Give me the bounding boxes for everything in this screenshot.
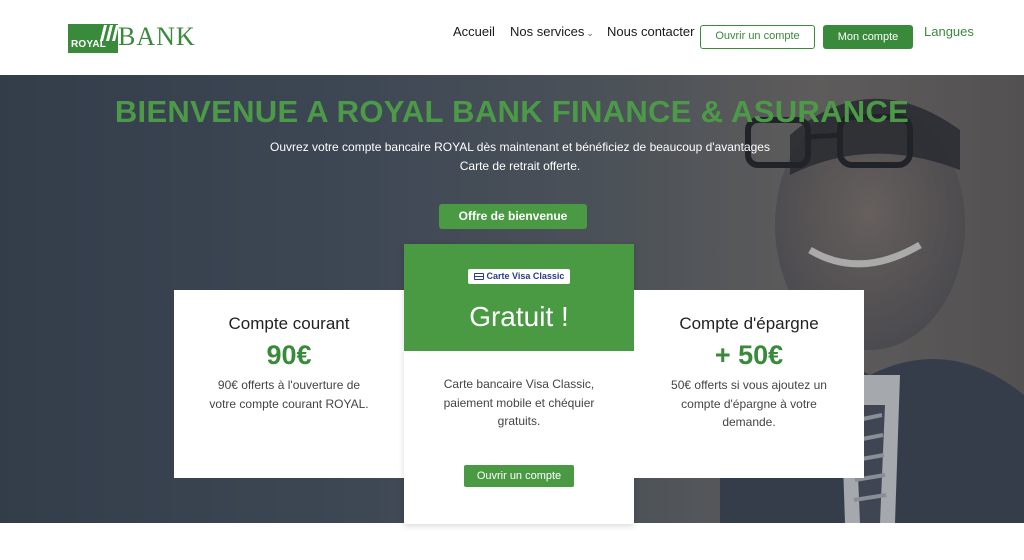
nav-services-label: Nos services	[510, 24, 585, 39]
logo-text: BANK	[118, 22, 196, 51]
hero-subtitle-2: Carte de retrait offerte.	[459, 159, 581, 173]
card-amount: 90€	[266, 340, 312, 370]
nav-contact[interactable]: Nous contacter	[607, 24, 694, 39]
savings-account-card: Compte d'épargne + 50€ 50€ offerts si vo…	[634, 290, 864, 478]
card-description: 50€ offerts si vous ajoutez un compte d'…	[671, 378, 827, 429]
visa-badge-label: Carte Visa Classic	[486, 271, 565, 281]
offer-header: Carte Visa Classic Gratuit !	[404, 244, 634, 351]
card-title: Compte courant	[228, 314, 350, 333]
visa-card-offer: Carte Visa Classic Gratuit ! Carte banca…	[404, 244, 634, 524]
welcome-offer-button[interactable]: Offre de bienvenue	[439, 204, 587, 229]
card-description: 90€ offerts à l'ouverture de votre compt…	[209, 378, 369, 411]
open-account-button[interactable]: Ouvrir un compte	[700, 25, 815, 49]
offer-headline: Gratuit !	[469, 301, 569, 332]
royal-bank-logo[interactable]: ROYAL BANK	[68, 22, 195, 54]
chevron-down-icon: ⌄	[586, 28, 594, 38]
site-header: ROYAL BANK Accueil Nos services ⌄ Nous co…	[0, 0, 1024, 75]
credit-card-icon	[473, 273, 484, 280]
nav-services[interactable]: Nos services ⌄	[510, 24, 594, 39]
card-amount: + 50€	[714, 340, 784, 370]
hero-subtitle: Ouvrez votre compte bancaire ROYAL dès m…	[270, 140, 770, 154]
card-title: Compte d'épargne	[679, 314, 819, 333]
card-description: Carte bancaire Visa Classic, paiement mo…	[443, 377, 595, 428]
logo-badge: ROYAL	[68, 24, 118, 53]
nav-accueil[interactable]: Accueil	[453, 24, 495, 39]
checking-account-card: Compte courant 90€ 90€ offerts à l'ouver…	[174, 290, 404, 478]
my-account-button[interactable]: Mon compte	[823, 25, 913, 49]
logo-badge-text: ROYAL	[71, 39, 107, 50]
visa-classic-badge: Carte Visa Classic	[468, 269, 570, 284]
languages-menu[interactable]: Langues	[924, 24, 974, 39]
open-account-card-button[interactable]: Ouvrir un compte	[464, 465, 574, 487]
hero-title: BIENVENUE A ROYAL BANK FINANCE & ASURANC…	[114, 94, 910, 129]
